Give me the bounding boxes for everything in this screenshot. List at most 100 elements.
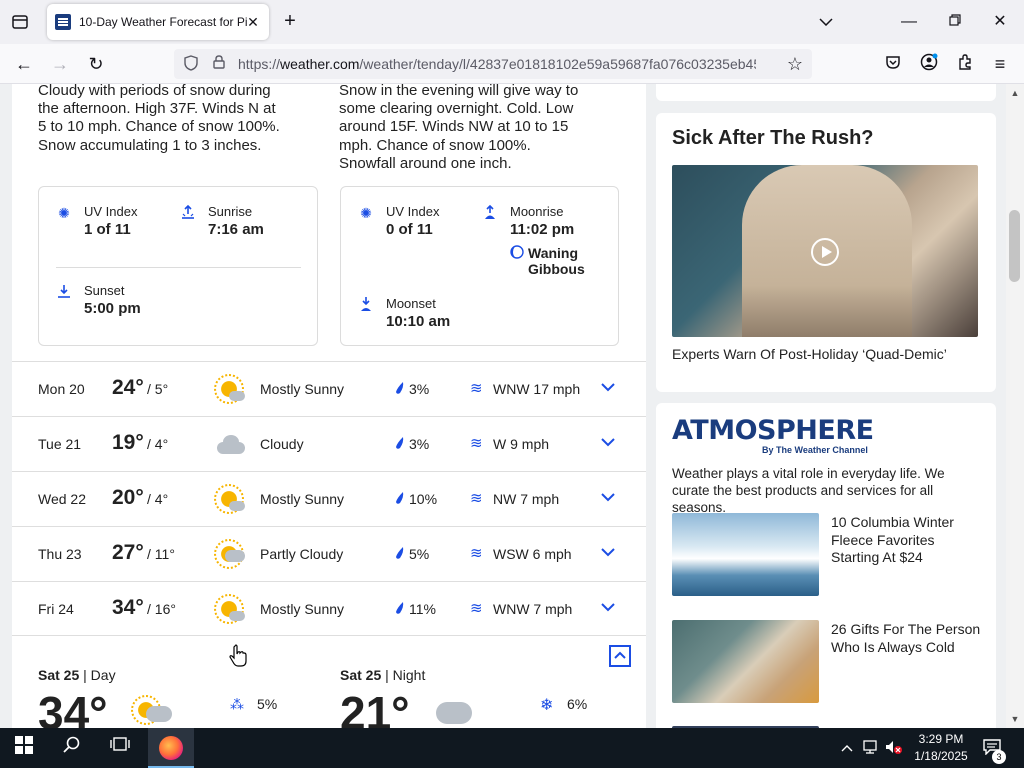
chevron-down-icon[interactable] (600, 544, 618, 562)
restore-button[interactable] (945, 12, 965, 32)
wind-icon: ≋ (470, 545, 483, 562)
night-details-box: ✺ UV Index 0 of 11 Moonrise 11:02 pm Wan… (340, 186, 619, 346)
partly-cloudy-icon (214, 539, 245, 570)
reload-button[interactable]: ↻ (85, 53, 107, 75)
details-divider (56, 267, 301, 268)
ad-title[interactable]: Sick After The Rush? (672, 127, 874, 150)
forward-button[interactable]: → (49, 53, 71, 75)
uv-index-label: UV Index (386, 204, 440, 219)
tab-list-button[interactable] (8, 10, 32, 34)
tab-list-icon (12, 15, 28, 29)
high-temp: 27° (112, 541, 144, 564)
chevron-down-icon[interactable] (600, 599, 618, 617)
partly-cloudy-night-icon (434, 694, 474, 724)
condition: Mostly Sunny (260, 381, 345, 397)
moon-phase: Waning Gibbous (528, 245, 585, 277)
close-window-button[interactable]: ✕ (990, 12, 1010, 32)
tab-title: 10-Day Weather Forecast for Pi (79, 15, 247, 29)
tray-chevron-up-icon[interactable] (838, 739, 856, 757)
moonset-icon (358, 296, 374, 312)
scroll-up-icon[interactable]: ▲ (1009, 88, 1021, 98)
product-image-blanket[interactable] (672, 620, 819, 703)
precip-chance: 3% (409, 381, 430, 397)
bookmark-star-icon[interactable]: ☆ (786, 55, 804, 73)
scroll-thumb[interactable] (1009, 210, 1020, 282)
product-image-snow[interactable] (672, 513, 819, 596)
day-forecast-text: Cloudy with periods of snow during the a… (38, 84, 280, 154)
extensions-icon[interactable] (954, 53, 976, 75)
minimize-button[interactable]: — (899, 12, 919, 32)
moonrise-label: Moonrise (510, 204, 564, 219)
play-icon[interactable] (811, 238, 839, 266)
chevron-down-icon[interactable] (600, 379, 618, 397)
video-thumbnail[interactable] (672, 165, 978, 337)
condition: Mostly Sunny (260, 601, 345, 617)
product-link[interactable]: 10 Columbia Winter Fleece Favorites Star… (831, 514, 981, 567)
high-temp: 19° (112, 431, 144, 454)
task-view-icon[interactable] (108, 736, 132, 760)
ad-caption[interactable]: Experts Warn Of Post-Holiday ‘Quad-Demic… (672, 346, 947, 362)
atmosphere-logo[interactable]: ATMOSPHERE (672, 415, 874, 446)
system-clock[interactable]: 3:29 PM 1/18/2025 (905, 731, 977, 765)
list-all-tabs-icon[interactable] (816, 12, 836, 32)
forecast-row[interactable]: Wed 22 20° / 4° Mostly Sunny 10% ≋ NW 7 … (12, 471, 646, 526)
moonrise-icon (482, 204, 498, 220)
sunrise-icon (180, 204, 196, 220)
atmosphere-byline: By The Weather Channel (762, 445, 868, 455)
forecast-row[interactable]: Mon 20 24° / 5° Mostly Sunny 3% ≋ WNW 17… (12, 361, 646, 416)
notification-count: 3 (992, 750, 1006, 764)
uv-index-value: 1 of 11 (84, 221, 131, 238)
url-bar[interactable]: https://weather.com/weather/tenday/l/428… (174, 49, 812, 79)
sat-day-temp: 34° (38, 687, 108, 728)
lock-icon[interactable] (210, 55, 228, 73)
clock-time: 3:29 PM (918, 732, 964, 746)
firefox-taskbar-button[interactable] (148, 728, 194, 768)
forecast-row[interactable]: Thu 23 27° / 11° Partly Cloudy 5% ≋ WSW … (12, 526, 646, 581)
uv-index-value: 0 of 11 (386, 221, 433, 238)
chevron-down-icon[interactable] (600, 489, 618, 507)
windows-start-icon[interactable] (12, 736, 36, 760)
wind-speed: WNW 17 mph (493, 381, 581, 397)
back-button[interactable]: ← (13, 53, 35, 75)
atmosphere-card: ATMOSPHERE By The Weather Channel Weathe… (656, 403, 996, 728)
wind-icon: ≋ (470, 490, 483, 507)
uv-index-icon: ✺ (360, 205, 372, 221)
snow-rain-icon: ⁂ (230, 696, 244, 712)
precip-chance: 10% (409, 491, 438, 507)
wind-speed: WSW 6 mph (493, 546, 572, 562)
uv-index-label: UV Index (84, 204, 138, 219)
search-icon[interactable] (60, 736, 84, 760)
forecast-row[interactable]: Fri 24 34° / 16° Mostly Sunny 11% ≋ WNW … (12, 581, 646, 636)
condition: Cloudy (260, 436, 304, 452)
chevron-down-icon[interactable] (600, 434, 618, 452)
new-tab-button[interactable]: + (280, 11, 300, 32)
mostly-sunny-icon (214, 594, 245, 625)
menu-icon[interactable]: ≡ (989, 53, 1011, 75)
tracking-protection-icon[interactable] (182, 55, 200, 73)
sat-day-precip: 5% (257, 696, 278, 712)
day-name: Fri 24 (38, 601, 74, 617)
active-tab[interactable]: 10-Day Weather Forecast for Pi ✕ (47, 4, 269, 40)
mostly-sunny-icon (214, 374, 245, 405)
high-temp: 20° (112, 486, 144, 509)
volume-muted-icon[interactable] (884, 739, 902, 757)
forecast-card: Cloudy with periods of snow during the a… (12, 84, 646, 728)
high-temp: 24° (112, 376, 144, 399)
forecast-row[interactable]: Tue 21 19° / 4° Cloudy 3% ≋ W 9 mph (12, 416, 646, 471)
low-temp: / 16° (147, 601, 176, 617)
tab-close-icon[interactable]: ✕ (245, 14, 261, 30)
product-link[interactable]: 26 Gifts For The Person Who Is Always Co… (831, 621, 981, 656)
url-text[interactable]: https://weather.com/weather/tenday/l/428… (238, 56, 756, 72)
wind-icon: ≋ (470, 435, 483, 452)
scroll-down-icon[interactable]: ▼ (1009, 714, 1021, 724)
pocket-icon[interactable] (882, 53, 904, 75)
account-icon[interactable] (918, 53, 940, 75)
network-icon[interactable] (862, 739, 880, 757)
video-ad-card[interactable]: Sick After The Rush? Experts Warn Of Pos… (656, 113, 996, 392)
low-temp: / 11° (147, 546, 175, 562)
collapse-button[interactable] (609, 645, 631, 667)
page-content: Cloudy with periods of snow during the a… (0, 84, 1024, 728)
page-scrollbar[interactable]: ▲ ▼ (1006, 84, 1024, 728)
low-temp: / 5° (147, 381, 169, 397)
day-name: Thu 23 (38, 546, 82, 562)
